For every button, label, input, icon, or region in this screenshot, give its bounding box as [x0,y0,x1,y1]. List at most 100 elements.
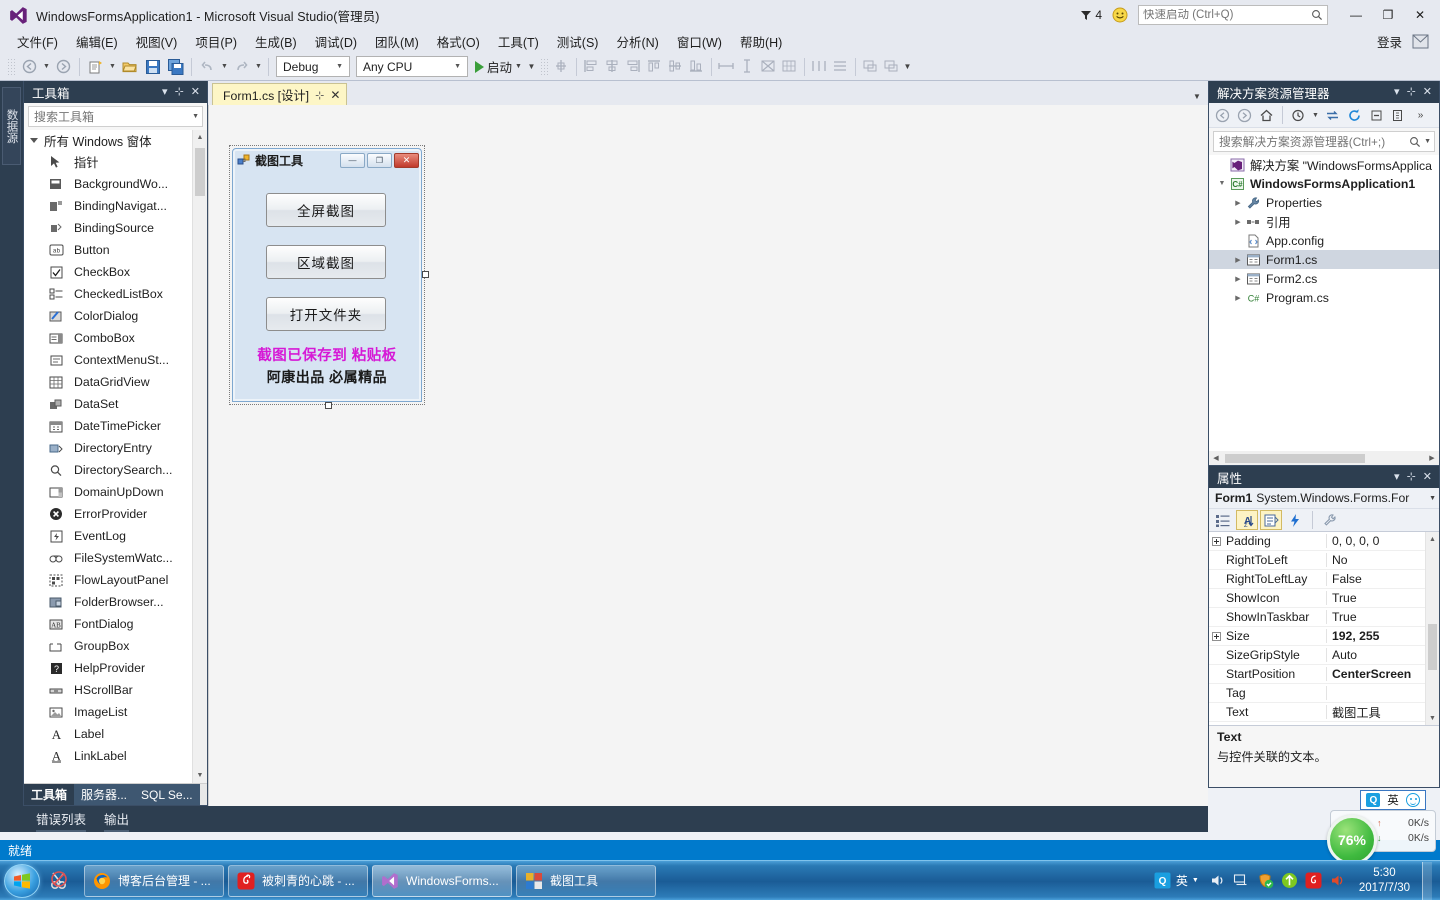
tab-error-list[interactable]: 错误列表 [28,806,94,832]
navigate-forward-button[interactable] [52,56,75,78]
make-vertical-spacing-equal-icon[interactable] [830,57,851,77]
properties-view-button[interactable] [1260,510,1282,530]
solution-explorer-pin-icon[interactable]: ⊹ [1407,86,1416,98]
property-row[interactable]: SizeGripStyle Auto [1209,646,1439,665]
expander-icon[interactable]: ▶ [1231,294,1245,302]
toolbox-item[interactable]: ComboBox [24,327,207,349]
align-to-grid-icon[interactable] [551,57,572,77]
netease-tray-icon[interactable] [1305,872,1323,890]
expander-icon[interactable]: ▶ [1231,218,1245,226]
search-options-caret-icon[interactable]: ▼ [1424,138,1431,145]
solution-explorer-menu-chevron-icon[interactable]: ▾ [1394,86,1400,98]
property-value[interactable]: 192, 255 [1327,629,1439,643]
toolbox-search-options-caret-icon[interactable]: ▼ [192,113,199,120]
make-same-width-icon[interactable] [716,57,737,77]
property-value[interactable]: False [1327,572,1439,586]
close-button[interactable]: ✕ [1404,2,1436,28]
send-feedback-icon[interactable] [1412,34,1430,50]
tree-node-program[interactable]: ▶ C# Program.cs [1209,288,1439,307]
size-to-grid-icon[interactable] [779,57,800,77]
toolbox-item[interactable]: 指针 [24,151,207,173]
menu-debug[interactable]: 调试(D) [306,29,366,54]
tree-node-references[interactable]: ▶ 引用 [1209,212,1439,231]
pending-changes-filter-button[interactable] [1288,105,1309,125]
tree-node-form2[interactable]: ▶ Form2.cs [1209,269,1439,288]
tab-server-explorer[interactable]: 服务器... [74,784,135,805]
collapse-all-button[interactable] [1366,105,1387,125]
scroll-up-icon[interactable]: ▲ [193,130,207,145]
align-tops-icon[interactable] [644,57,665,77]
alphabetical-view-button[interactable]: AZ [1236,510,1258,530]
scroll-left-icon[interactable]: ◀ [1209,454,1223,462]
open-file-button[interactable] [118,56,141,78]
expand-icon[interactable] [1209,536,1224,546]
network-speed-widget[interactable]: 76% ↑ 0K/s ↓ 0K/s [1327,810,1436,865]
send-to-back-icon[interactable] [881,57,902,77]
form-minimize-button[interactable]: — [340,152,365,168]
toolbox-item[interactable]: ColorDialog [24,305,207,327]
scroll-down-icon[interactable]: ▼ [1426,711,1439,725]
restore-button[interactable]: ❐ [1372,2,1404,28]
save-button[interactable] [141,56,164,78]
network-icon[interactable] [1233,872,1251,890]
close-icon[interactable]: ✕ [330,88,340,102]
property-row[interactable]: ShowIcon True [1209,589,1439,608]
expander-icon[interactable]: ▼ [1215,180,1229,187]
taskbar-item-visual-studio[interactable]: WindowsForms... [372,864,512,897]
menu-window[interactable]: 窗口(W) [668,29,731,54]
menu-analyze[interactable]: 分析(N) [607,29,667,54]
toolbox-item[interactable]: FolderBrowser... [24,591,207,613]
toolbox-item[interactable]: A Label [24,723,207,745]
solution-explorer-overflow-button[interactable]: » [1410,105,1431,125]
tab-sql-server-explorer[interactable]: SQL Se... [134,784,200,805]
toolbox-pin-icon[interactable]: ⊹ [175,86,184,98]
region-capture-button[interactable]: 区域截图 [266,245,386,279]
qq-input-tray-icon[interactable]: Q [1154,872,1172,890]
sync-with-active-document-button[interactable] [1322,105,1343,125]
toolbox-item[interactable]: ContextMenuSt... [24,349,207,371]
toolbox-item[interactable]: DataSet [24,393,207,415]
toolbox-item[interactable]: CheckedListBox [24,283,207,305]
new-project-caret-icon[interactable]: ▼ [107,56,118,78]
toolbox-item[interactable]: ErrorProvider [24,503,207,525]
open-folder-button[interactable]: 打开文件夹 [266,297,386,331]
solution-explorer-close-icon[interactable]: ✕ [1423,86,1432,98]
expander-icon[interactable]: ▶ [1231,256,1245,264]
menu-help[interactable]: 帮助(H) [731,29,791,54]
feedback-smiley-icon[interactable] [1112,7,1128,23]
quick-launch-input[interactable] [1143,9,1311,21]
tray-ime-caret-icon[interactable]: ▼ [1192,877,1199,884]
minimize-button[interactable]: — [1340,2,1372,28]
solution-configuration-combo[interactable]: Debug ▼ [276,56,350,77]
taskbar-item-screenshot-tool[interactable]: 截图工具 [516,864,656,897]
make-same-size-icon[interactable] [758,57,779,77]
toolbox-item[interactable]: DataGridView [24,371,207,393]
tray-ime-indicator[interactable]: Q 英 ▼ [1154,872,1199,890]
hscroll-thumb[interactable] [1225,453,1365,463]
property-row[interactable]: RightToLeftLay False [1209,570,1439,589]
cpu-usage-ball[interactable]: 76% [1327,815,1377,865]
toolbox-search-input[interactable] [34,109,189,124]
navigate-back-button[interactable] [1212,105,1233,125]
property-value[interactable]: True [1327,591,1439,605]
toolbox-item[interactable]: EventLog [24,525,207,547]
start-debug-button[interactable]: 启动 ▼ [471,56,526,78]
menu-edit[interactable]: 编辑(E) [67,29,127,54]
toolbox-item[interactable]: BackgroundWo... [24,173,207,195]
property-value[interactable]: 0, 0, 0, 0 [1327,534,1439,548]
ime-floating-bar[interactable]: Q 英 [1360,790,1426,810]
toolbox-item[interactable]: FileSystemWatc... [24,547,207,569]
design-form[interactable]: 截图工具 — ❐ ✕ 全屏截图 区域截图 打开文件夹 截图已保存到 粘贴板 阿康… [232,148,422,402]
data-sources-tab[interactable]: 数据源 [2,87,21,165]
properties-close-icon[interactable]: ✕ [1423,471,1432,483]
toolbox-item[interactable]: GroupBox [24,635,207,657]
scroll-thumb[interactable] [195,148,205,196]
property-row[interactable]: StartPosition CenterScreen [1209,665,1439,684]
property-row[interactable]: ShowInTaskbar True [1209,608,1439,627]
expander-icon[interactable]: ▶ [1231,275,1245,283]
menu-project[interactable]: 项目(P) [186,29,246,54]
navigate-backward-caret-icon[interactable]: ▼ [41,56,52,78]
new-project-button[interactable] [84,56,107,78]
menu-test[interactable]: 测试(S) [548,29,608,54]
align-middles-icon[interactable] [665,57,686,77]
